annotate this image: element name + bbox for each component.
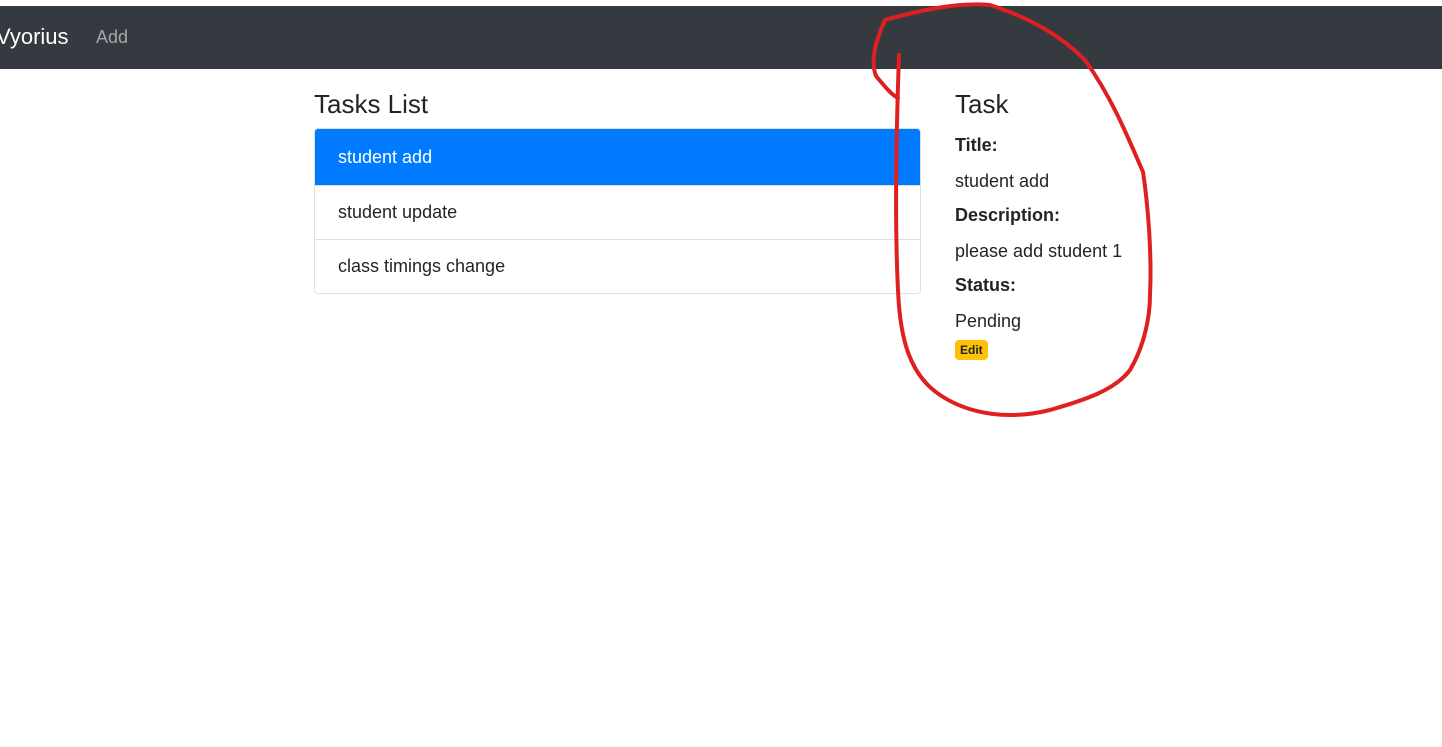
task-list-item[interactable]: class timings change xyxy=(315,239,920,293)
task-detail-panel: Task Title: student add Description: ple… xyxy=(955,86,1255,360)
description-label: Description: xyxy=(955,205,1061,225)
navbar: Vyorius Add xyxy=(0,6,1442,69)
navbar-brand[interactable]: Vyorius xyxy=(0,24,69,50)
status-value: Pending xyxy=(955,311,1022,331)
task-detail-heading: Task xyxy=(955,89,1009,119)
nav-link-add[interactable]: Add xyxy=(96,26,128,48)
tasks-list-panel: Tasks List student add student update cl… xyxy=(314,86,921,294)
edit-badge-button[interactable]: Edit xyxy=(955,340,988,360)
title-label: Title: xyxy=(955,135,998,155)
status-label: Status: xyxy=(955,275,1017,295)
description-value: please add student 1 xyxy=(955,241,1123,261)
task-list-item[interactable]: student add xyxy=(315,129,920,185)
task-list-item[interactable]: student update xyxy=(315,185,920,239)
tasks-list: student add student update class timings… xyxy=(314,128,921,294)
title-value: student add xyxy=(955,171,1050,191)
tasks-list-heading: Tasks List xyxy=(314,89,429,119)
